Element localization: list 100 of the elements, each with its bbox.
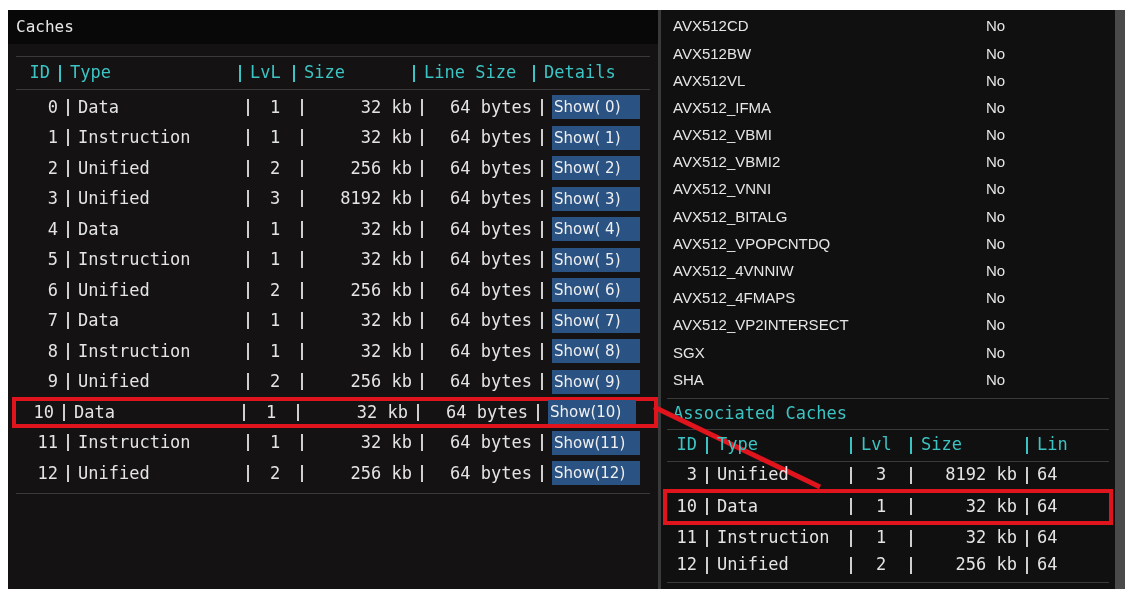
feature-name: AVX512CD: [673, 16, 750, 37]
table-cell-text: Data: [717, 494, 759, 518]
show-details-button[interactable]: Show(12): [552, 461, 640, 486]
table-cell-text: 256 kb: [349, 370, 412, 393]
feature-name: AVX512VL: [673, 70, 747, 91]
table-cell-text: 64 bytes: [449, 95, 532, 119]
table-cell-text: Unified: [78, 278, 151, 302]
table-cell-text: 64 bytes: [449, 156, 532, 180]
table-cell-text: 12: [36, 461, 58, 485]
table-cell-text: 64 bytes: [449, 309, 532, 332]
table-cell-text: 8: [46, 339, 58, 363]
table-cell-text: 1: [268, 217, 282, 241]
feature-value: No: [986, 97, 1006, 118]
column-header: Type: [70, 61, 112, 85]
table-cell-text: 32 kb: [359, 431, 412, 454]
show-details-button[interactable]: Show( 5): [552, 247, 640, 272]
column-header: Size: [921, 433, 963, 457]
table-cell-text: 1: [268, 95, 282, 119]
table-cell-text: 1: [268, 431, 282, 454]
table-cell-text: 10: [675, 494, 697, 518]
show-details-button[interactable]: Show( 4): [552, 217, 640, 242]
table-cell-text: 32 kb: [359, 339, 412, 363]
table-cell-text: 32 kb: [964, 526, 1017, 550]
table-cell-text: 64 bytes: [449, 431, 532, 454]
table-cell-text: 4: [46, 217, 58, 241]
show-details-button[interactable]: Show( 0): [552, 95, 640, 120]
table-cell-text: 3: [685, 463, 697, 487]
table-cell-text: Instruction: [78, 248, 192, 271]
table-cell-text: 1: [268, 309, 282, 332]
table-cell-text: 11: [675, 526, 697, 550]
table-cell-text: Unified: [78, 370, 151, 393]
table-cell-text: 0: [46, 95, 58, 119]
table-cell-text: Data: [78, 309, 120, 332]
feature-value: No: [986, 70, 1006, 91]
feature-value: No: [986, 288, 1006, 309]
table-cell-text: 10: [32, 400, 54, 424]
feature-value: No: [986, 315, 1006, 336]
table-cell-text: 64 bytes: [449, 187, 532, 210]
table-cell-text: 2: [268, 156, 282, 180]
column-header: Lin: [1037, 433, 1069, 457]
table-cell-text: 32 kb: [355, 400, 408, 424]
table-cell-text: 32 kb: [359, 248, 412, 271]
table-cell-text: Instruction: [717, 526, 831, 550]
table-cell-text: 3: [46, 187, 58, 210]
table-cell-text: 1: [268, 339, 282, 363]
feature-name: AVX512_VBMI: [673, 125, 773, 146]
feature-value: No: [986, 43, 1006, 64]
table-cell-text: 32 kb: [359, 217, 412, 241]
table-cell-text: 2: [46, 156, 58, 180]
feature-value: No: [986, 152, 1006, 173]
table-cell-text: 64: [1037, 526, 1059, 550]
scrollbar[interactable]: [1115, 10, 1125, 589]
table-cell-text: 256 kb: [349, 461, 412, 485]
show-details-button[interactable]: Show( 6): [552, 278, 640, 303]
table-cell-text: Unified: [717, 553, 790, 577]
feature-name: AVX512_4VNNIW: [673, 261, 795, 282]
table-cell-text: 64 bytes: [449, 217, 532, 241]
table-cell-text: Instruction: [78, 126, 192, 149]
show-details-button[interactable]: Show( 2): [552, 156, 640, 181]
column-header: Details: [544, 61, 617, 85]
table-cell-text: Data: [74, 400, 116, 424]
feature-value: No: [986, 16, 1006, 37]
feature-name: AVX512_VNNI: [673, 179, 773, 200]
table-cell-text: Unified: [78, 461, 151, 485]
feature-value: No: [986, 179, 1006, 200]
table-cell-text: 1: [874, 494, 888, 518]
feature-name: AVX512_BITALG: [673, 206, 789, 227]
table-cell-text: 64 bytes: [449, 278, 532, 302]
table-cell-text: 3: [268, 187, 282, 210]
table-cell-text: 2: [268, 278, 282, 302]
table-cell-text: Unified: [78, 187, 151, 210]
table-cell-text: 1: [268, 248, 282, 271]
table-cell-text: 2: [874, 553, 888, 577]
table-cell-text: 1: [874, 526, 888, 550]
show-details-button[interactable]: Show(10): [548, 400, 636, 425]
table-cell-text: 256 kb: [349, 278, 412, 302]
feature-name: AVX512_4FMAPS: [673, 288, 797, 309]
section-title: Associated Caches: [673, 401, 847, 425]
feature-name: AVX512_VBMI2: [673, 152, 782, 173]
show-details-button[interactable]: Show( 9): [552, 369, 640, 394]
table-cell-text: 64 bytes: [449, 370, 532, 393]
show-details-button[interactable]: Show( 7): [552, 308, 640, 333]
table-cell-text: 8192 kb: [944, 463, 1017, 487]
show-details-button[interactable]: Show(11): [552, 430, 640, 455]
table-cell-text: 8192 kb: [339, 187, 412, 210]
table-cell-text: 5: [46, 248, 58, 271]
show-details-button[interactable]: Show( 1): [552, 125, 640, 150]
table-cell-text: 64: [1037, 553, 1059, 577]
table-cell-text: 256 kb: [954, 553, 1017, 577]
table-cell-text: 64: [1037, 494, 1059, 518]
show-details-button[interactable]: Show( 8): [552, 339, 640, 364]
table-cell-text: 32 kb: [359, 126, 412, 149]
feature-name: SHA: [673, 369, 705, 390]
feature-name: AVX512_IFMA: [673, 97, 773, 118]
table-cell-text: 1: [264, 400, 278, 424]
table-cell-text: Data: [78, 217, 120, 241]
show-details-button[interactable]: Show( 3): [552, 186, 640, 211]
column-header: ID: [28, 61, 50, 85]
column-header: ID: [675, 433, 697, 457]
table-cell-text: 11: [36, 431, 58, 454]
